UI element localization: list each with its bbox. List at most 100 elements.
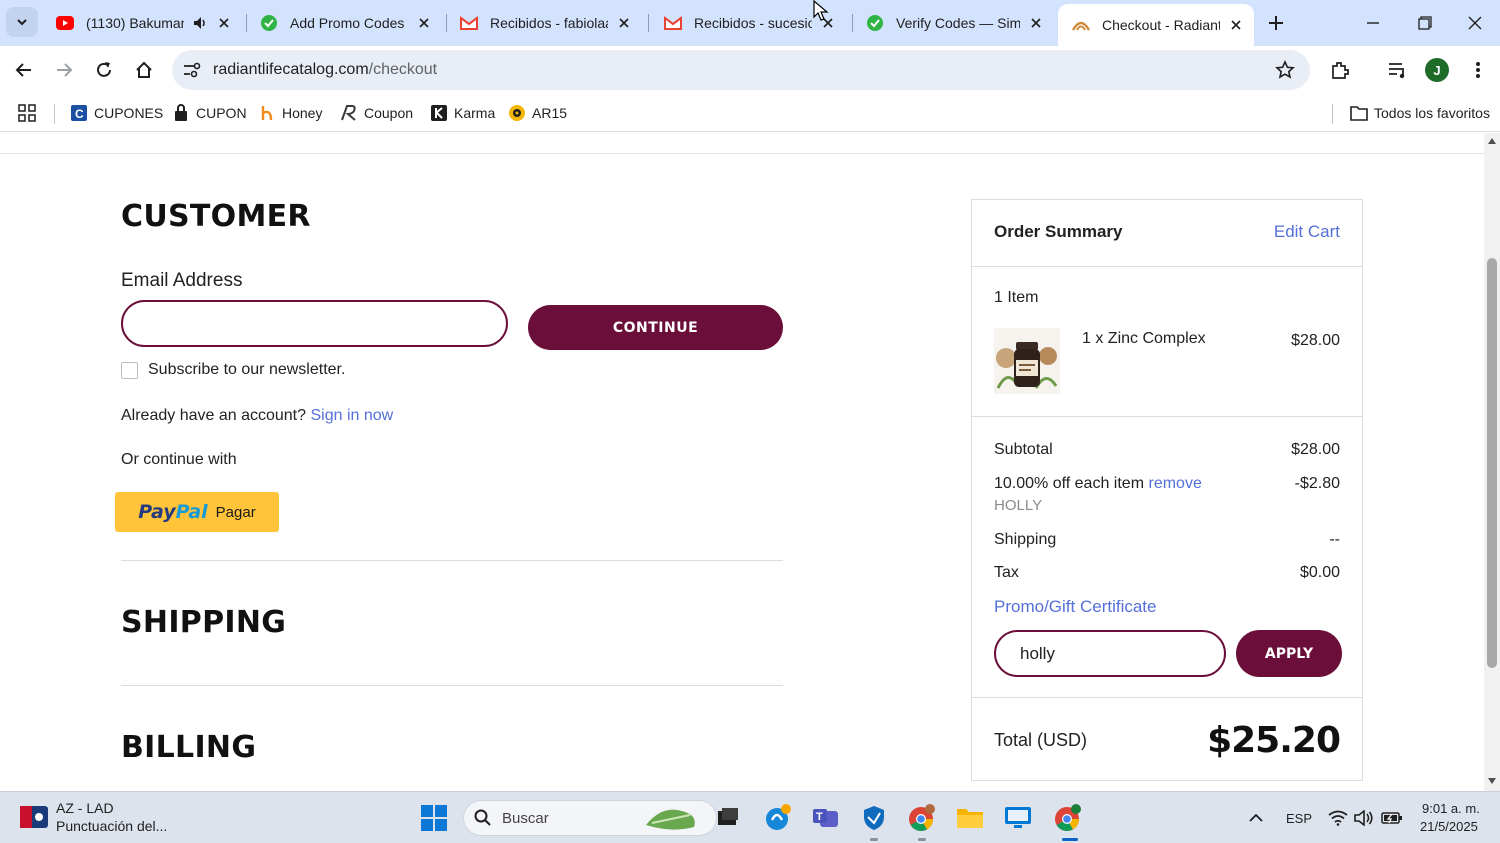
security-button[interactable] [858,802,890,834]
chevron-up-icon [1249,813,1263,822]
tab-search-button[interactable] [6,7,38,37]
apply-button[interactable]: APPLY [1236,630,1342,677]
home-button[interactable] [128,54,160,86]
tax-label: Tax [994,564,1019,581]
browser-toolbar: radiantlifecatalog.com/checkout J [0,46,1500,94]
battery-status[interactable] [1376,802,1408,834]
remote-desktop-button[interactable] [1002,802,1034,834]
bookmark-honey[interactable]: Honey [258,100,322,126]
discount-label: 10.00% off each item [994,475,1145,492]
tab-add-promo-codes[interactable]: Add Promo Codes — [246,4,442,42]
simplycodes-icon [866,14,884,32]
simplycodes-icon [260,14,278,32]
language-indicator[interactable]: ESP [1286,811,1312,826]
sign-in-link[interactable]: Sign in now [310,407,393,424]
bookmark-cupones[interactable]: C CUPONES [70,100,163,126]
new-tab-button[interactable] [1262,9,1290,37]
teams-button[interactable]: T [810,802,842,834]
url-path: /checkout [368,61,438,78]
bookmark-ar15[interactable]: AR15 [508,100,567,126]
reload-button[interactable] [88,54,120,86]
continue-button[interactable]: CONTINUE [528,305,783,350]
tab-gmail-1[interactable]: Recibidos - fabiolaale [446,4,642,42]
shield-icon [864,806,884,830]
close-icon[interactable] [1228,17,1244,33]
tab-title: Recibidos - sucesionj [694,15,812,31]
start-button[interactable] [418,802,450,834]
back-button[interactable] [8,54,40,86]
promo-code-field[interactable] [994,630,1226,677]
copilot-button[interactable] [762,802,794,834]
or-continue-text: Or continue with [121,451,237,468]
discount-row: 10.00% off each item remove -$2.80 [994,475,1340,493]
tab-verify-codes[interactable]: Verify Codes — Simp [852,4,1054,42]
chrome-profile-button[interactable] [906,802,938,834]
forward-button[interactable] [48,54,80,86]
apps-button[interactable] [18,100,42,126]
promo-gift-link[interactable]: Promo/Gift Certificate [994,597,1157,617]
close-icon[interactable] [616,15,632,31]
all-bookmarks[interactable]: Todos los favoritos [1350,100,1490,126]
restore-button[interactable] [1410,8,1440,38]
teams-icon: T [813,809,838,827]
section-divider [121,685,783,686]
scroll-down-icon[interactable] [1487,777,1497,785]
chrome-button[interactable] [1052,802,1084,834]
cupones-icon: C [70,104,88,122]
close-window-button[interactable] [1460,8,1490,38]
profile-avatar[interactable]: J [1425,58,1449,82]
scrollbar-thumb[interactable] [1487,258,1497,668]
item-count-row: 1 Item [994,289,1340,307]
battery-icon [1381,812,1402,824]
bookmark-star-icon[interactable] [1274,59,1296,81]
clock-time[interactable]: 9:01 a. m. [1422,801,1480,816]
close-icon[interactable] [416,15,432,31]
promo-row: Promo/Gift Certificate [994,597,1340,617]
email-field[interactable] [121,300,508,347]
minimize-button[interactable] [1358,8,1388,38]
close-icon [1468,16,1482,30]
item-price: $28.00 [1291,332,1340,349]
clock-date[interactable]: 21/5/2025 [1420,819,1478,834]
bookmark-cupon[interactable]: CUPON [172,100,247,126]
media-controls-icon[interactable] [1384,56,1412,84]
running-indicator [870,838,878,841]
total-row: Total (USD) $25.20 [994,720,1341,761]
total-value: $25.20 [1207,720,1341,761]
item-count: 1 Item [994,289,1039,306]
widget-title: AZ - LAD [56,800,114,816]
chrome-icon [1055,804,1081,832]
address-bar[interactable]: radiantlifecatalog.com/checkout [172,50,1310,90]
paypal-label: Pagar [215,503,256,521]
task-view-button[interactable] [712,802,744,834]
tab-checkout-active[interactable]: Checkout - Radiant L [1058,4,1254,46]
paypal-button[interactable]: PayPal Pagar [115,492,279,532]
remove-discount-link[interactable]: remove [1148,475,1201,492]
edit-cart-link[interactable]: Edit Cart [1274,222,1340,242]
karma-icon [430,104,448,122]
newsletter-checkbox[interactable] [121,362,138,379]
page-scrollbar[interactable] [1484,133,1500,791]
menu-kebab-icon[interactable] [1464,56,1492,84]
bookmark-karma[interactable]: Karma [430,100,495,126]
close-icon[interactable] [216,15,232,31]
gmail-icon [664,14,682,32]
have-account-text: Already have an account? [121,407,307,424]
folder-icon [957,809,983,828]
tray-overflow-button[interactable] [1240,802,1272,834]
site-settings-icon[interactable] [180,58,204,82]
weather-widget[interactable] [20,806,48,833]
tab-title: Add Promo Codes — [290,15,408,31]
shipping-row: Shipping -- [994,531,1340,549]
item-name: 1 x Zinc Complex [1082,330,1206,347]
tab-youtube[interactable]: (1130) Bakuman C [42,4,242,42]
extensions-icon[interactable] [1326,56,1354,84]
bookmark-coupon[interactable]: Coupon [340,100,413,126]
taskbar-search[interactable]: Buscar [463,800,717,836]
speaker-icon[interactable] [192,15,208,31]
ar15-icon [508,104,526,122]
paypal-logo-pal: Pal [175,501,208,523]
scroll-up-icon[interactable] [1487,137,1497,145]
close-icon[interactable] [1028,15,1044,31]
file-explorer-button[interactable] [954,802,986,834]
